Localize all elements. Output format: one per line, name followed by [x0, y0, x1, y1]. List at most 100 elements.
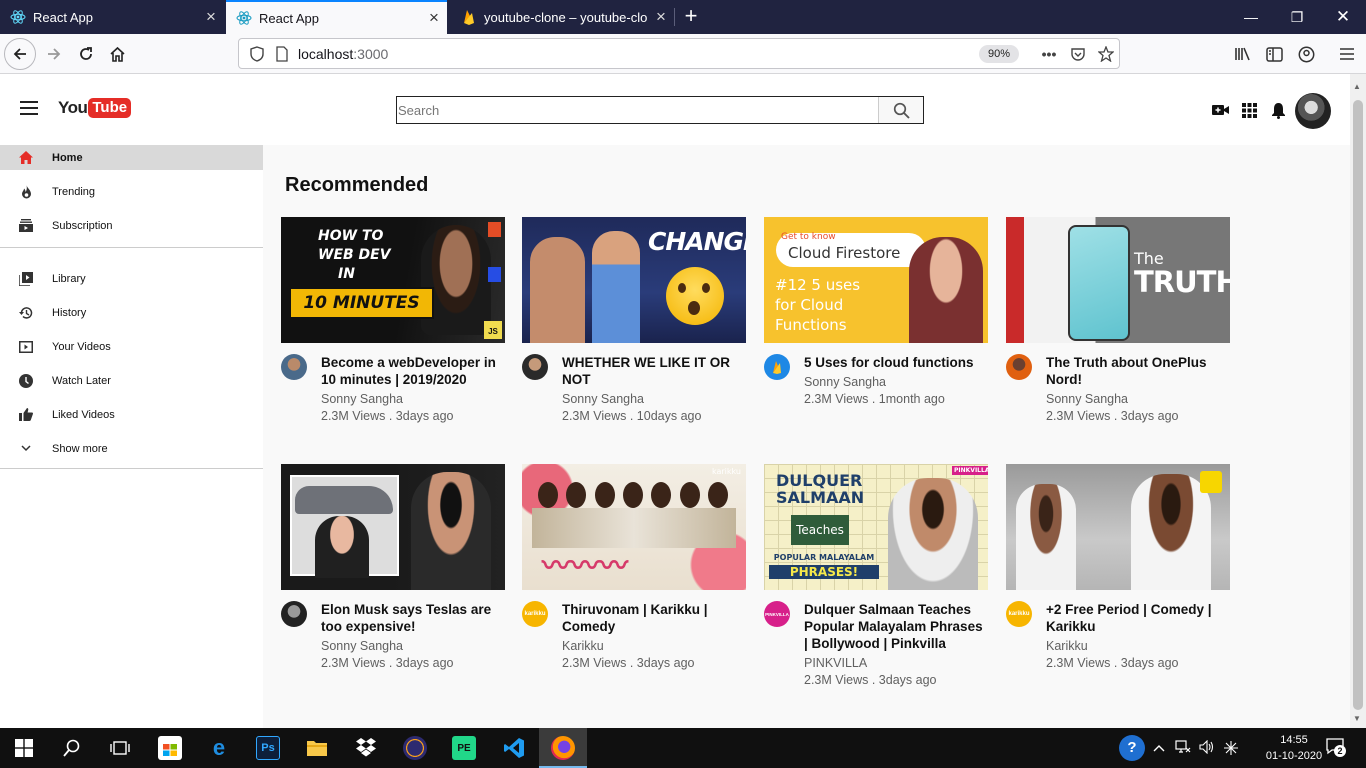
back-button[interactable]: [4, 38, 36, 70]
channel-avatar[interactable]: [281, 354, 307, 380]
edge-browser-icon[interactable]: e: [207, 735, 231, 760]
video-title[interactable]: Dulquer Salmaan Teaches Popular Malayala…: [804, 601, 988, 652]
video-card[interactable]: karikku +2 Free Period | Comedy | Karikk…: [1006, 464, 1230, 672]
channel-name[interactable]: Sonny Sangha: [321, 638, 505, 655]
eclipse-icon[interactable]: [403, 736, 427, 760]
video-title[interactable]: +2 Free Period | Comedy | Karikku: [1046, 601, 1230, 635]
video-title[interactable]: WHETHER WE LIKE IT OR NOT: [562, 354, 746, 388]
channel-avatar[interactable]: [1006, 354, 1032, 380]
sidebar-item-your-videos[interactable]: Your Videos: [0, 334, 263, 359]
video-card[interactable]: Get to know Cloud Firestore #12 5 uses f…: [764, 217, 988, 408]
account-icon[interactable]: [1290, 38, 1322, 70]
dropbox-icon[interactable]: [354, 736, 378, 760]
channel-name[interactable]: Karikku: [562, 638, 746, 655]
more-actions-icon[interactable]: •••: [1039, 44, 1059, 64]
task-view-icon[interactable]: [108, 736, 132, 760]
menu-icon[interactable]: [1331, 38, 1363, 70]
minimize-button[interactable]: —: [1228, 0, 1274, 34]
sidebar-item-history[interactable]: History: [0, 300, 263, 325]
library-icon[interactable]: [1227, 38, 1259, 70]
video-thumbnail[interactable]: DULQUER SALMAAN Teaches POPULAR MALAYALA…: [764, 464, 988, 590]
sidebar-item-home[interactable]: Home: [0, 145, 263, 170]
channel-avatar[interactable]: PINKVILLA: [764, 601, 790, 627]
video-title[interactable]: Become a webDeveloper in 10 minutes | 20…: [321, 354, 505, 388]
chevron-up-icon[interactable]: [1153, 740, 1165, 755]
restore-button[interactable]: ❐: [1274, 0, 1320, 34]
video-title[interactable]: Elon Musk says Teslas are too expensive!: [321, 601, 505, 635]
sidebar-item-liked-videos[interactable]: Liked Videos: [0, 402, 263, 427]
reload-button[interactable]: [70, 38, 102, 70]
close-window-button[interactable]: ✕: [1320, 0, 1366, 34]
channel-avatar[interactable]: karikku: [1006, 601, 1032, 627]
forward-button[interactable]: [38, 38, 70, 70]
channel-avatar[interactable]: [522, 354, 548, 380]
video-thumbnail[interactable]: The TRUTH: [1006, 217, 1230, 343]
new-tab-button[interactable]: +: [680, 3, 702, 29]
close-tab-icon[interactable]: ×: [421, 8, 447, 28]
video-thumbnail[interactable]: 〰〰〰 karikku: [522, 464, 746, 590]
video-card[interactable]: The TRUTH The Truth about OnePlus Nord! …: [1006, 217, 1230, 425]
close-tab-icon[interactable]: ×: [648, 7, 674, 27]
browser-tab-1[interactable]: React App ×: [0, 0, 224, 34]
video-thumbnail[interactable]: Get to know Cloud Firestore #12 5 uses f…: [764, 217, 988, 343]
browser-tab-3[interactable]: youtube-clone – youtube-clone ×: [451, 0, 674, 34]
video-card[interactable]: Elon Musk says Teslas are too expensive!…: [281, 464, 505, 672]
hamburger-menu-icon[interactable]: [20, 101, 38, 115]
sidebar-item-watch-later[interactable]: Watch Later: [0, 368, 263, 393]
zoom-level-badge[interactable]: 90%: [979, 45, 1019, 63]
help-icon[interactable]: ?: [1119, 735, 1145, 761]
firefox-icon[interactable]: [551, 736, 575, 760]
vscode-icon[interactable]: [502, 736, 526, 760]
home-button[interactable]: [101, 38, 133, 70]
video-thumbnail[interactable]: [281, 464, 505, 590]
bookmark-star-icon[interactable]: [1096, 44, 1116, 64]
channel-avatar[interactable]: karikku: [522, 601, 548, 627]
search-icon[interactable]: [60, 736, 84, 760]
video-thumbnail[interactable]: CHANGE: [522, 217, 746, 343]
address-bar[interactable]: localhost:3000 90% •••: [238, 38, 1120, 69]
scroll-down-icon[interactable]: ▼: [1353, 714, 1361, 723]
sidebar-item-show-more[interactable]: Show more: [0, 436, 263, 461]
scrollbar-thumb[interactable]: [1353, 100, 1363, 710]
channel-avatar[interactable]: [281, 601, 307, 627]
browser-tab-2[interactable]: React App ×: [226, 0, 447, 34]
apps-grid-icon[interactable]: [1239, 101, 1259, 119]
close-tab-icon[interactable]: ×: [198, 7, 224, 27]
scroll-up-icon[interactable]: ▲: [1353, 82, 1361, 91]
create-video-icon[interactable]: [1210, 101, 1230, 119]
microsoft-store-icon[interactable]: [158, 736, 182, 760]
sidebar-item-trending[interactable]: Trending: [0, 179, 263, 204]
pycharm-icon[interactable]: PE: [452, 736, 476, 760]
sidebar-toggle-icon[interactable]: [1258, 38, 1290, 70]
user-avatar[interactable]: [1295, 93, 1331, 129]
video-title[interactable]: The Truth about OnePlus Nord!: [1046, 354, 1230, 388]
url-text[interactable]: localhost:3000: [298, 46, 388, 62]
system-clock[interactable]: 14:55 01-10-2020: [1262, 732, 1326, 764]
channel-name[interactable]: Sonny Sangha: [321, 391, 505, 408]
page-info-icon[interactable]: [272, 44, 292, 64]
pocket-icon[interactable]: [1068, 44, 1088, 64]
network-icon[interactable]: [1175, 740, 1191, 757]
sidebar-item-library[interactable]: Library: [0, 266, 263, 291]
shield-icon[interactable]: [247, 44, 267, 64]
youtube-logo[interactable]: You Tube: [58, 98, 132, 118]
search-button[interactable]: [878, 97, 923, 123]
video-title[interactable]: 5 Uses for cloud functions: [804, 354, 988, 371]
channel-name[interactable]: PINKVILLA: [804, 655, 988, 672]
channel-name[interactable]: Sonny Sangha: [1046, 391, 1230, 408]
file-explorer-icon[interactable]: [305, 736, 329, 760]
windows-start-icon[interactable]: [12, 736, 36, 760]
video-thumbnail[interactable]: JS HOW TO WEB DEV IN 10 MINUTES: [281, 217, 505, 343]
channel-name[interactable]: Sonny Sangha: [562, 391, 746, 408]
photoshop-icon[interactable]: Ps: [256, 736, 280, 760]
channel-avatar[interactable]: [764, 354, 790, 380]
video-card[interactable]: DULQUER SALMAAN Teaches POPULAR MALAYALA…: [764, 464, 988, 689]
page-scrollbar[interactable]: ▲ ▼: [1350, 74, 1366, 728]
video-card[interactable]: JS HOW TO WEB DEV IN 10 MINUTES Become a…: [281, 217, 505, 425]
channel-name[interactable]: Karikku: [1046, 638, 1230, 655]
action-center-icon[interactable]: 2: [1325, 737, 1347, 759]
video-title[interactable]: Thiruvonam | Karikku | Comedy: [562, 601, 746, 635]
language-icon[interactable]: [1223, 740, 1239, 759]
volume-icon[interactable]: [1199, 739, 1215, 757]
search-input[interactable]: [398, 98, 876, 122]
